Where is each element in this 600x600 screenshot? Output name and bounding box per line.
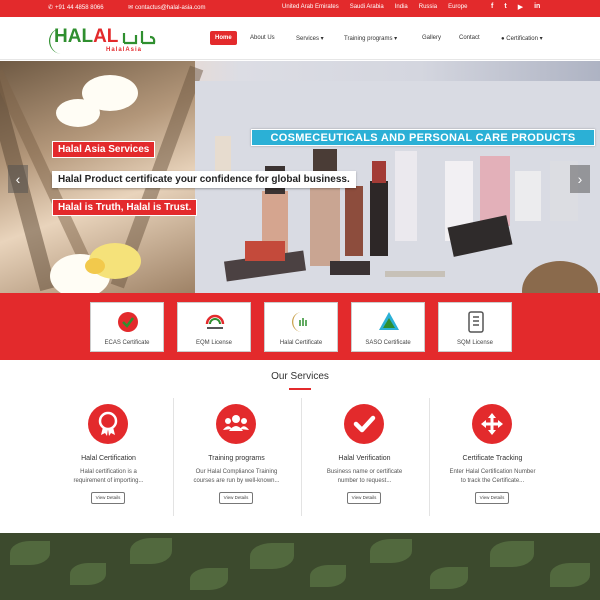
service-name: Certificate Tracking (462, 455, 523, 462)
nav-gallery[interactable]: Gallery (417, 31, 446, 45)
service-description: Our Halal Compliance Training courses are… (193, 469, 280, 484)
certificate-badge-icon (88, 404, 128, 444)
service-description: Enter Halal Certification Number to track… (449, 469, 536, 484)
nav-certification[interactable]: ● Certification ▾ (496, 31, 548, 46)
slider-next-button[interactable]: › (570, 165, 590, 193)
service-description: Business name or certificate number to re… (326, 469, 403, 484)
cert-card-eqm[interactable]: EQM License (177, 302, 251, 352)
logo-wordmark: HALAL (54, 26, 118, 48)
view-details-button[interactable]: View Details (347, 492, 381, 504)
social-links: f t ▶ in (491, 3, 540, 11)
logo-arabic-script-icon (122, 31, 156, 45)
cert-label: SQM License (456, 340, 493, 346)
eqm-logo-icon (205, 314, 225, 329)
facebook-icon[interactable]: f (491, 3, 493, 11)
service-halal-certification: Halal Certification Halal certification … (45, 398, 172, 518)
phone-icon: ✆ (48, 5, 54, 11)
logo-text-green: HAL (54, 26, 94, 47)
nav-contact[interactable]: Contact (454, 31, 485, 45)
logo-text-red: AL (93, 26, 119, 47)
region-india[interactable]: India (395, 4, 408, 10)
hero-tag-services: Halal Asia Services (52, 141, 156, 158)
mail-icon: ✉ (128, 5, 134, 11)
hero-slider: COSMECEUTICALS AND PERSONAL CARE PRODUCT… (0, 61, 600, 293)
leaf-pattern-section (0, 533, 600, 600)
nav-training-programs[interactable]: Training programs ▾ (339, 31, 402, 46)
service-name: Halal Certification (81, 455, 136, 462)
service-halal-verification: Halal Verification Business name or cert… (301, 398, 428, 518)
halal-logo-icon (292, 312, 307, 332)
cert-label: ECAS Certificate (104, 340, 150, 346)
hero-tag-trust: Halal is Truth, Halal is Trust. (52, 199, 198, 216)
services-heading: Our Services (271, 371, 329, 382)
region-uae[interactable]: United Arab Emirates (282, 4, 339, 10)
cert-card-ecas[interactable]: ECAS Certificate (90, 302, 164, 352)
cert-card-halal[interactable]: Halal Certificate (264, 302, 338, 352)
top-bar: ✆ +91 44 4858 8066 ✉ contactus@halal-asi… (0, 0, 600, 17)
move-arrows-icon (472, 404, 512, 444)
service-certificate-tracking: Certificate Tracking Enter Halal Certifi… (429, 398, 556, 518)
slider-prev-button[interactable]: ‹ (8, 165, 28, 193)
nav-services[interactable]: Services ▾ (291, 31, 329, 46)
sqm-logo-icon (468, 311, 484, 333)
email-contact[interactable]: ✉ contactus@halal-asia.com (128, 4, 206, 12)
youtube-icon[interactable]: ▶ (518, 3, 523, 11)
cert-card-saso[interactable]: SASO Certificate (351, 302, 425, 352)
region-russia[interactable]: Russia (419, 4, 437, 10)
nav-home[interactable]: Home (210, 31, 237, 45)
view-details-button[interactable]: View Details (219, 492, 253, 504)
cert-label: SASO Certificate (365, 340, 411, 346)
region-europe[interactable]: Europe (448, 4, 467, 10)
cert-label: EQM License (195, 340, 232, 346)
halal-asia-logo[interactable]: HALAL HalalAsia (46, 25, 158, 57)
logo-subtitle: HalalAsia (106, 47, 143, 53)
view-details-button[interactable]: View Details (475, 492, 509, 504)
phone-number: +91 44 4858 8066 (55, 4, 104, 11)
site-header: HALAL HalalAsia Home About Us Services ▾… (0, 17, 600, 60)
phone-contact[interactable]: ✆ +91 44 4858 8066 (48, 4, 104, 12)
ecas-logo-icon (118, 312, 138, 332)
cert-label: Halal Certificate (279, 340, 323, 346)
service-description: Halal certification is a requirement of i… (73, 469, 144, 484)
hero-banner-title: COSMECEUTICALS AND PERSONAL CARE PRODUCT… (251, 129, 595, 146)
linkedin-icon[interactable]: in (534, 3, 540, 11)
group-users-icon (216, 404, 256, 444)
checkmark-icon (344, 404, 384, 444)
view-details-button[interactable]: View Details (91, 492, 125, 504)
cert-card-sqm[interactable]: SQM License (438, 302, 512, 352)
email-address: contactus@halal-asia.com (135, 4, 206, 11)
saso-logo-icon (379, 312, 399, 330)
service-training-programs: Training programs Our Halal Compliance T… (173, 398, 300, 518)
service-name: Training programs (208, 455, 265, 462)
services-heading-underline (289, 388, 311, 390)
nav-about-us[interactable]: About Us (245, 31, 280, 45)
hero-tagline: Halal Product certificate your confidenc… (52, 171, 356, 188)
twitter-icon[interactable]: t (504, 3, 506, 11)
region-saudi-arabia[interactable]: Saudi Arabia (350, 4, 384, 10)
service-name: Halal Verification (338, 455, 391, 462)
region-links: United Arab Emirates Saudi Arabia India … (282, 4, 478, 10)
